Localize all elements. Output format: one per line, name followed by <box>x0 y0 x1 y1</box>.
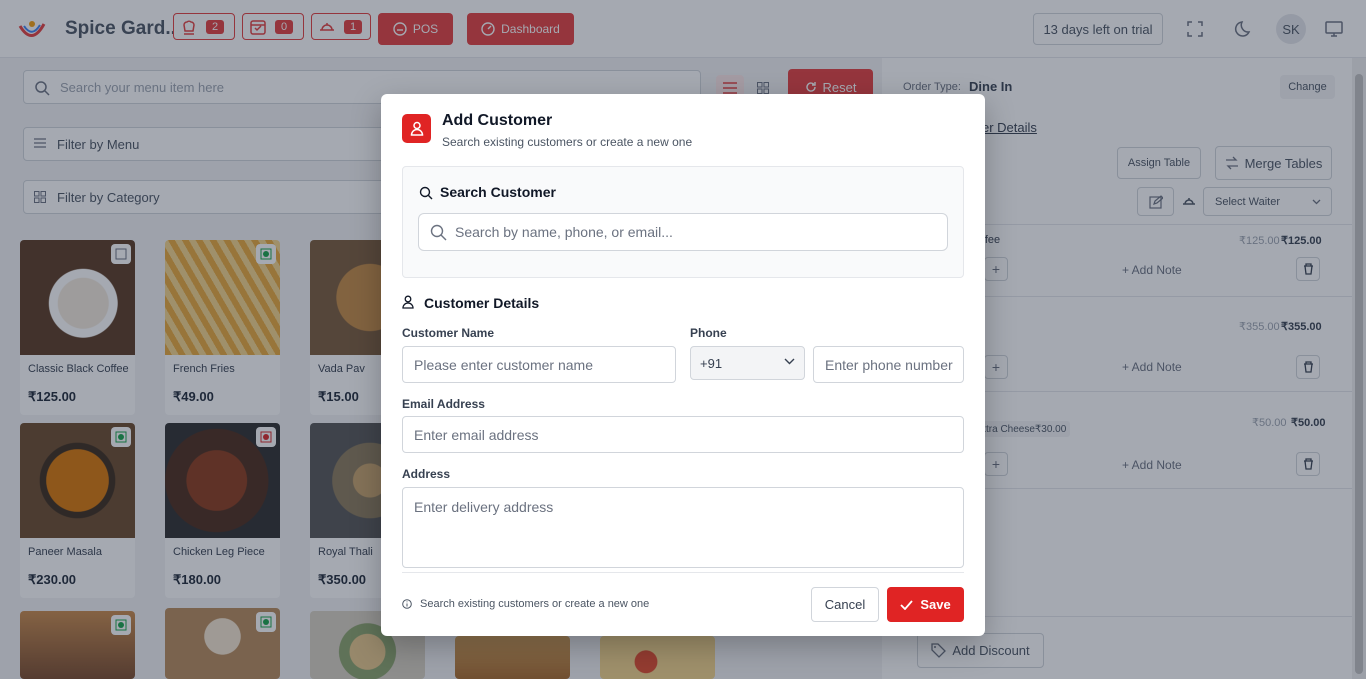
check-icon <box>900 599 913 610</box>
customer-details-title: Customer Details <box>424 295 540 311</box>
customer-search-placeholder: Search by name, phone, or email... <box>455 224 673 240</box>
customer-name-placeholder: Please enter customer name <box>414 356 593 373</box>
modal-title: Add Customer <box>442 112 553 129</box>
email-input[interactable]: Enter email address <box>402 416 964 453</box>
phone-label: Phone <box>690 326 727 340</box>
search-customer-panel: Search Customer Search by name, phone, o… <box>402 166 964 278</box>
country-code-select[interactable]: +91 <box>690 346 805 380</box>
email-placeholder: Enter email address <box>414 426 539 443</box>
footer-hint: Search existing customers or create a ne… <box>420 598 650 610</box>
search-icon <box>430 224 447 241</box>
address-placeholder: Enter delivery address <box>414 499 554 515</box>
phone-placeholder: Enter phone number <box>825 356 953 373</box>
modal-subtitle: Search existing customers or create a ne… <box>442 135 693 149</box>
search-icon <box>419 186 433 200</box>
address-textarea[interactable]: Enter delivery address <box>402 487 964 568</box>
customer-name-input[interactable]: Please enter customer name <box>402 346 676 383</box>
phone-input[interactable]: Enter phone number <box>813 346 964 383</box>
add-customer-modal: Add Customer Search existing customers o… <box>381 94 985 636</box>
cancel-button[interactable]: Cancel <box>811 587 879 622</box>
chevron-down-icon <box>784 358 795 365</box>
user-icon <box>402 295 414 309</box>
modal-divider <box>402 572 964 573</box>
save-label: Save <box>920 597 951 612</box>
search-customer-title: Search Customer <box>440 184 556 200</box>
customer-name-label: Customer Name <box>402 326 495 340</box>
user-icon <box>402 114 431 143</box>
customer-search-input[interactable]: Search by name, phone, or email... <box>418 213 948 251</box>
address-label: Address <box>402 467 451 481</box>
email-label: Email Address <box>402 397 485 411</box>
save-button[interactable]: Save <box>887 587 964 622</box>
info-icon <box>402 599 412 609</box>
country-code-value: +91 <box>700 355 723 371</box>
